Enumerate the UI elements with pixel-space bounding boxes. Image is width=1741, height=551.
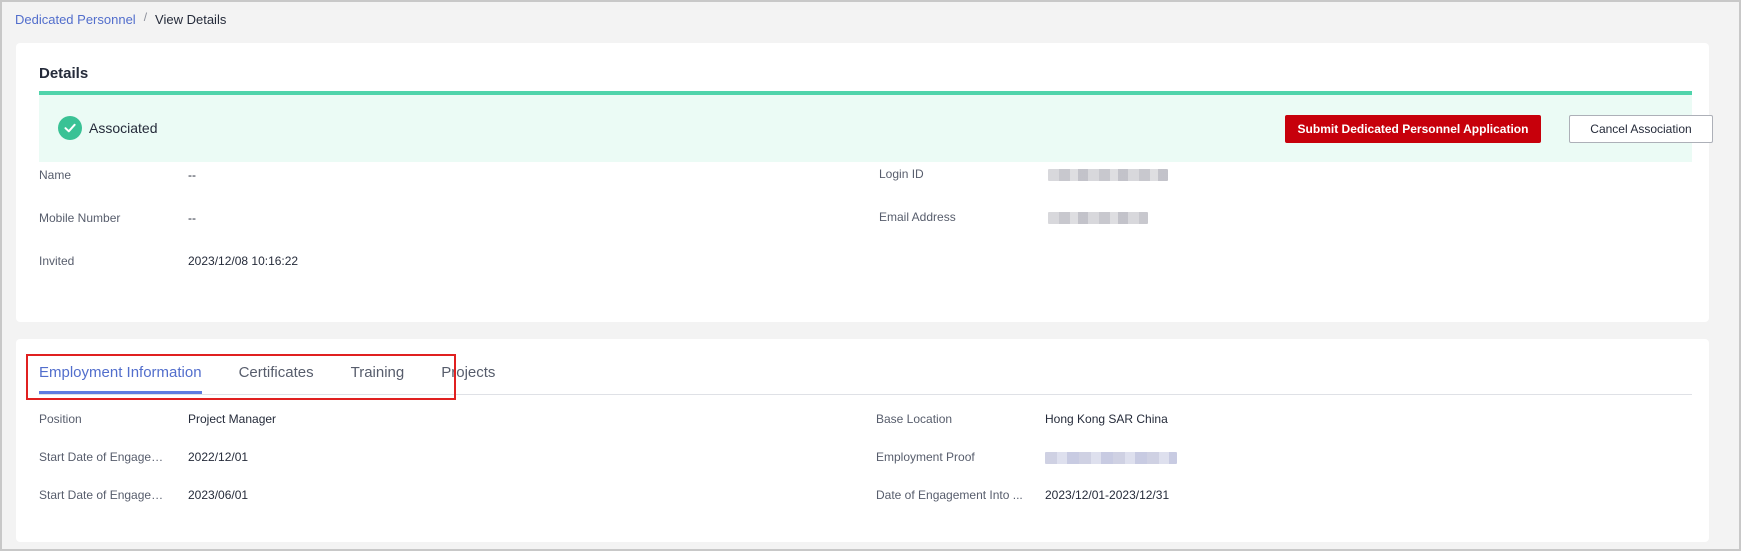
tabs-divider xyxy=(39,394,1692,395)
employment-proof-label: Employment Proof xyxy=(876,450,975,464)
submit-application-button[interactable]: Submit Dedicated Personnel Application xyxy=(1285,115,1541,143)
date-of-engagement-into-value: 2023/12/01-2023/12/31 xyxy=(1045,488,1170,502)
base-location-label: Base Location xyxy=(876,412,953,426)
date-of-engagement-into-label: Date of Engagement Into ... xyxy=(876,488,1023,502)
base-location-value: Hong Kong SAR China xyxy=(1045,412,1168,426)
tab-training[interactable]: Training xyxy=(351,356,405,390)
breadcrumb-link-dedicated-personnel[interactable]: Dedicated Personnel xyxy=(15,12,136,27)
details-title: Details xyxy=(39,65,89,82)
email-address-value-redacted xyxy=(1048,212,1148,224)
login-id-label: Login ID xyxy=(879,167,924,181)
breadcrumb: Dedicated Personnel / View Details xyxy=(15,10,227,27)
employment-proof-link-redacted[interactable] xyxy=(1045,452,1177,464)
position-value: Project Manager xyxy=(188,412,277,426)
tab-certificates[interactable]: Certificates xyxy=(239,356,314,390)
details-card: Details Associated Submit Dedicated Pers… xyxy=(16,43,1713,322)
status-indicator: Associated xyxy=(58,116,157,140)
breadcrumb-current: View Details xyxy=(155,11,227,27)
check-circle-icon xyxy=(58,116,82,140)
login-id-value-redacted xyxy=(1048,169,1168,181)
start-date-value-2: 2023/06/01 xyxy=(188,488,249,502)
status-text: Associated xyxy=(89,120,158,136)
start-date-label-1: Start Date of Engagemen... xyxy=(39,450,173,464)
mobile-number-label: Mobile Number xyxy=(39,211,121,225)
name-label: Name xyxy=(39,168,72,182)
start-date-value-1: 2022/12/01 xyxy=(188,450,249,464)
tab-employment-information[interactable]: Employment Information xyxy=(39,356,202,394)
email-address-label: Email Address xyxy=(879,210,956,224)
position-label: Position xyxy=(39,412,82,426)
cancel-association-button[interactable]: Cancel Association xyxy=(1569,115,1713,143)
name-value: -- xyxy=(188,168,196,182)
invited-value: 2023/12/08 10:16:22 xyxy=(188,254,299,268)
tab-bar: Employment Information Certificates Trai… xyxy=(39,356,532,394)
mobile-number-value: -- xyxy=(188,211,196,225)
start-date-label-2: Start Date of Engagemen... xyxy=(39,488,173,502)
invited-label: Invited xyxy=(39,254,75,268)
tab-projects[interactable]: Projects xyxy=(441,356,495,390)
tabs-card: Employment Information Certificates Trai… xyxy=(16,339,1709,542)
status-banner: Associated Submit Dedicated Personnel Ap… xyxy=(39,91,1713,162)
breadcrumb-separator: / xyxy=(143,10,148,24)
